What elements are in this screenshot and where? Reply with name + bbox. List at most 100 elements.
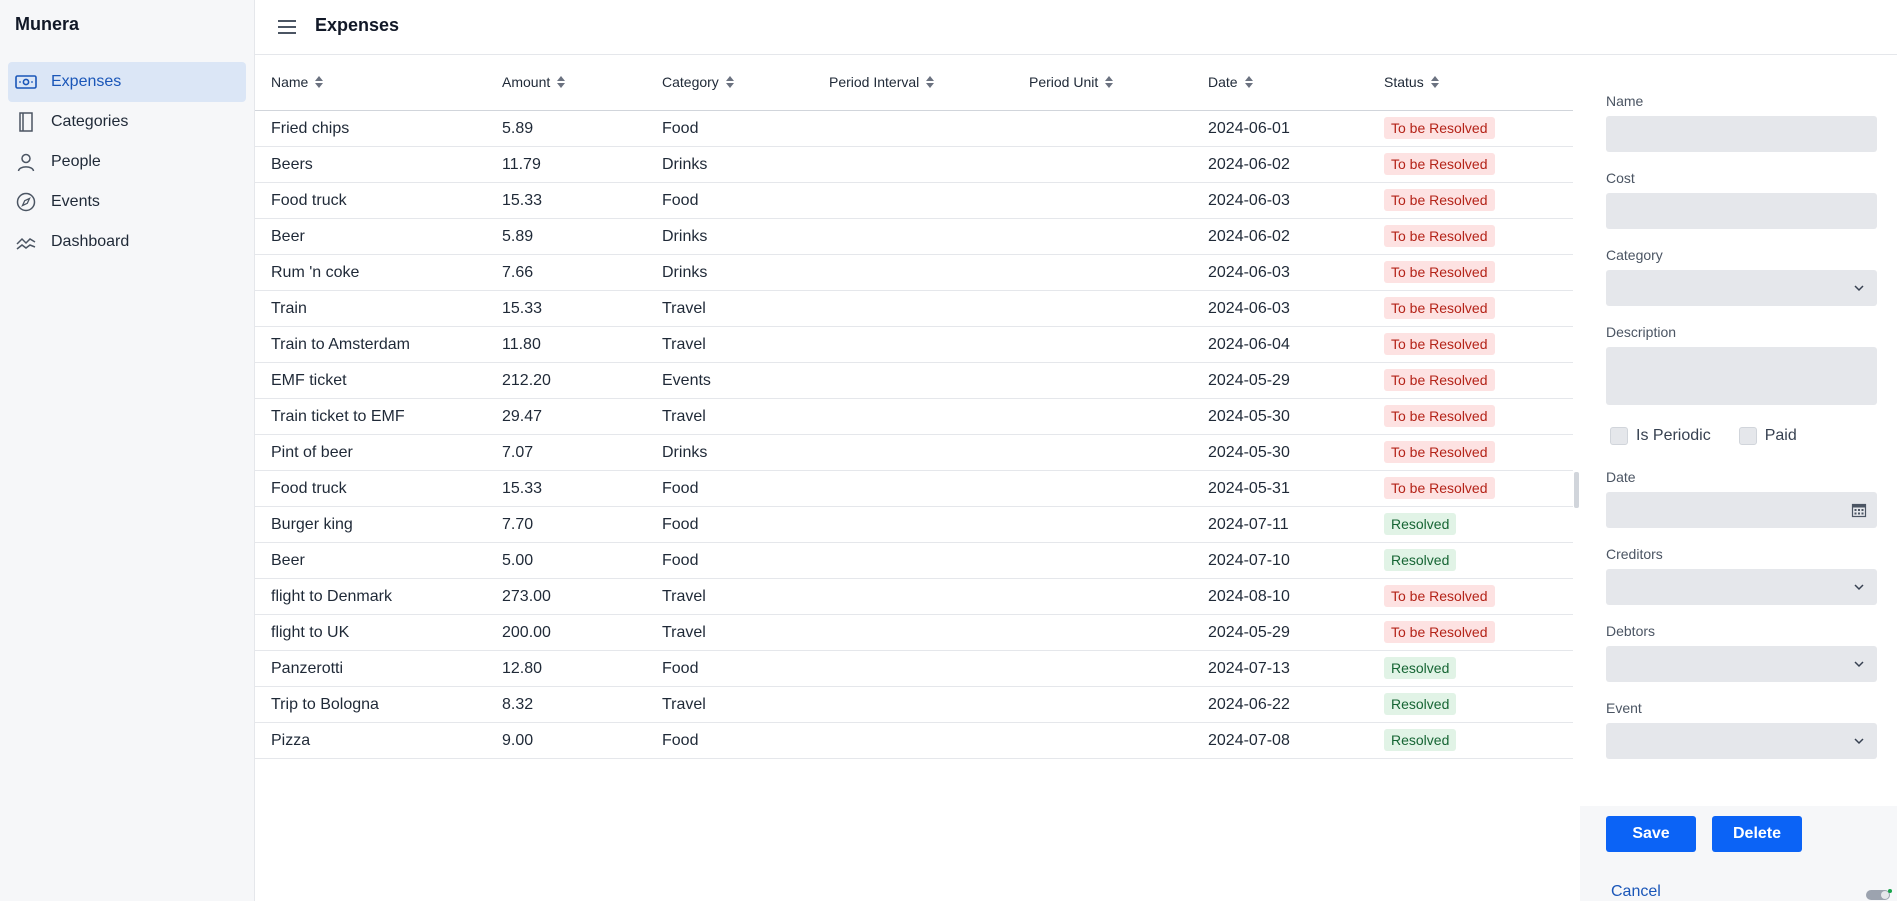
name-input[interactable] [1606,116,1877,152]
cell-amount: 7.07 [502,444,534,461]
table-row[interactable]: Pizza 9.00 Food 2024-07-08 Resolved [255,723,1573,759]
sidebar-item-events[interactable]: Events [8,182,246,222]
cell-name: Food truck [271,192,347,209]
sidebar-item-expenses[interactable]: Expenses [8,62,246,102]
table-row[interactable]: Beer 5.00 Food 2024-07-10 Resolved [255,543,1573,579]
status-badge: Resolved [1384,657,1457,679]
cell-date: 2024-06-22 [1208,696,1290,713]
table-row[interactable]: Train 15.33 Travel 2024-06-03 To be Resolved [255,291,1573,327]
cell-name: Panzerotti [271,660,344,677]
cell-name: Pint of beer [271,444,353,461]
table-row[interactable]: Beer 5.89 Drinks 2024-06-02 To be Resolved [255,219,1573,255]
cell-name: Train [271,300,307,317]
cell-name: Rum 'n coke [271,264,360,281]
date-picker[interactable] [1606,492,1877,528]
table-row[interactable]: Panzerotti 12.80 Food 2024-07-13 Resolved [255,651,1573,687]
table-row[interactable]: flight to UK 200.00 Travel 2024-05-29 To be … [255,615,1573,651]
compass-icon [15,191,37,213]
debtors-select[interactable] [1606,646,1877,682]
category-label: Category [1606,247,1663,263]
cell-date: 2024-06-01 [1208,120,1290,137]
expenses-table: Name Amount Category Period Interval Per… [255,56,1573,759]
cell-date: 2024-06-03 [1208,192,1290,209]
cell-date: 2024-05-30 [1208,444,1290,461]
cell-amount: 15.33 [502,480,543,497]
cell-amount: 15.33 [502,192,543,209]
status-badge: To be Resolved [1384,225,1495,247]
cell-category: Food [662,516,699,533]
cell-name: Burger king [271,516,353,533]
sidebar-item-label: Categories [51,113,129,130]
cell-category: Food [662,552,699,569]
table-row[interactable]: Burger king 7.70 Food 2024-07-11 Resolved [255,507,1573,543]
table-row[interactable]: Train ticket to EMF 29.47 Travel 2024-05-30… [255,399,1573,435]
sort-icon [1244,76,1253,88]
event-select[interactable] [1606,723,1877,759]
column-header-period-unit[interactable]: Period Unit [1029,72,1114,92]
cell-amount: 5.89 [502,228,534,245]
table-row[interactable]: Trip to Bologna 8.32 Travel 2024-06-22 Resol… [255,687,1573,723]
cell-category: Food [662,732,699,749]
cell-amount: 5.00 [502,552,534,569]
cell-category: Food [662,120,699,137]
table-row[interactable]: Fried chips 5.89 Food 2024-06-01 To be Resol… [255,111,1573,147]
sidebar: Munera Expenses Categories People Events [0,0,255,901]
table-row[interactable]: Rum 'n coke 7.66 Drinks 2024-06-03 To be Res… [255,255,1573,291]
status-badge: To be Resolved [1384,261,1495,283]
cell-category: Travel [662,588,706,605]
table-row[interactable]: Train to Amsterdam 11.80 Travel 2024-06-04 T… [255,327,1573,363]
cell-category: Events [662,372,711,389]
column-header-name[interactable]: Name [271,72,324,92]
table-row[interactable]: Beers 11.79 Drinks 2024-06-02 To be Resolved [255,147,1573,183]
column-header-amount[interactable]: Amount [502,72,566,92]
creditors-select[interactable] [1606,569,1877,605]
chevron-down-icon [1854,661,1864,668]
toggle-icon[interactable] [1866,889,1892,901]
table-header: Name Amount Category Period Interval Per… [255,56,1573,111]
column-header-date[interactable]: Date [1208,72,1253,92]
cell-name: Trip to Bologna [271,696,379,713]
column-header-status[interactable]: Status [1384,72,1439,92]
cell-category: Travel [662,336,706,353]
app-brand: Munera [15,14,80,34]
cancel-link[interactable]: Cancel [1611,883,1661,901]
cell-category: Drinks [662,264,708,281]
cell-name: Food truck [271,480,347,497]
sidebar-item-people[interactable]: People [8,142,246,182]
expense-form-panel: Name Cost Category Description Is Period… [1580,56,1897,901]
sidebar-item-label: Dashboard [51,233,130,250]
sidebar-item-dashboard[interactable]: Dashboard [8,222,246,262]
calendar-icon[interactable] [1851,502,1867,518]
cell-amount: 15.33 [502,300,543,317]
category-select[interactable] [1606,270,1877,306]
cell-name: Beer [271,228,305,245]
table-row[interactable]: EMF ticket 212.20 Events 2024-05-29 To be Re… [255,363,1573,399]
paid-checkbox[interactable] [1738,427,1757,445]
sort-icon [926,76,935,88]
table-row[interactable]: Pint of beer 7.07 Drinks 2024-05-30 To be Re… [255,435,1573,471]
cell-category: Travel [662,300,706,317]
table-row[interactable]: Food truck 15.33 Food 2024-05-31 To be Resol… [255,471,1573,507]
save-button[interactable]: Save [1606,816,1696,852]
table-row[interactable]: Food truck 15.33 Food 2024-06-03 To be Resol… [255,183,1573,219]
status-badge: To be Resolved [1384,405,1495,427]
page-header: Expenses [255,0,1897,55]
status-badge: To be Resolved [1384,441,1495,463]
status-badge: Resolved [1384,549,1457,571]
is-periodic-checkbox[interactable] [1610,427,1628,445]
chevron-down-icon [1854,738,1864,745]
description-textarea[interactable] [1606,347,1877,405]
hamburger-icon[interactable] [275,16,299,38]
column-header-period-interval[interactable]: Period Interval [829,72,935,92]
panel-resize-handle[interactable] [1574,472,1579,508]
cell-date: 2024-07-11 [1208,516,1289,533]
cell-category: Drinks [662,228,708,245]
cell-category: Drinks [662,444,708,461]
table-row[interactable]: flight to Denmark 273.00 Travel 2024-08-10 T… [255,579,1573,615]
delete-button[interactable]: Delete [1712,816,1802,852]
sidebar-item-label: Events [51,193,100,210]
cost-input[interactable] [1606,193,1877,229]
sidebar-item-categories[interactable]: Categories [8,102,246,142]
column-header-category[interactable]: Category [662,72,734,92]
cell-name: Fried chips [271,120,350,137]
